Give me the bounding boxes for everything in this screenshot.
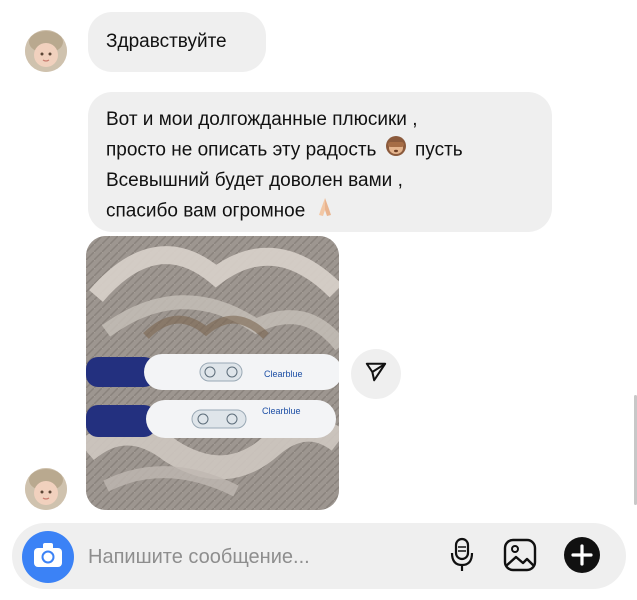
camera-icon [33,542,63,573]
message-bubble-greeting[interactable]: Здравствуйте [88,12,266,72]
camera-button[interactable] [22,531,74,583]
message-text: Здравствуйте [106,31,227,52]
message-bubble-text[interactable]: Вот и мои долгожданные плюсики , просто … [88,92,552,232]
share-button[interactable] [351,349,401,399]
gallery-icon [503,538,537,577]
message-input[interactable] [86,537,430,577]
photo-message[interactable]: Clearblue Clearblue [86,236,339,510]
test-stick-1: Clearblue [86,354,339,390]
baby-avatar-image [25,468,67,510]
gallery-button[interactable] [500,537,540,577]
test-brand-label-1: Clearblue [264,369,303,379]
test-brand-label-2: Clearblue [262,406,301,416]
microphone-icon [449,537,475,578]
voice-message-button[interactable] [442,537,482,577]
message-composer [12,523,626,589]
plus-icon [563,536,601,579]
message-line-2-end: пусть [415,139,463,161]
add-media-button[interactable] [562,536,602,579]
folded-hands-emoji-icon [313,195,337,228]
message-line-3: Всевышний будет доволен вами , [106,170,403,191]
message-line-4-text: спасибо вам огромное [106,200,306,222]
paper-plane-icon [365,361,387,388]
message-line-2-start: просто не описать эту радость [106,139,377,161]
test-stick-2: Clearblue [86,400,336,438]
see-no-evil-monkey-emoji-icon [384,134,408,167]
message-line-4: спасибо вам огромное [106,195,534,228]
sender-avatar[interactable] [25,468,67,510]
sender-avatar[interactable] [25,30,67,72]
pregnancy-tests-photo: Clearblue Clearblue [86,236,339,510]
message-line-2: просто не описать эту радость пусть [106,134,534,167]
message-line-1: Вот и мои долгожданные плюсики , [106,109,418,130]
baby-avatar-image [25,30,67,72]
